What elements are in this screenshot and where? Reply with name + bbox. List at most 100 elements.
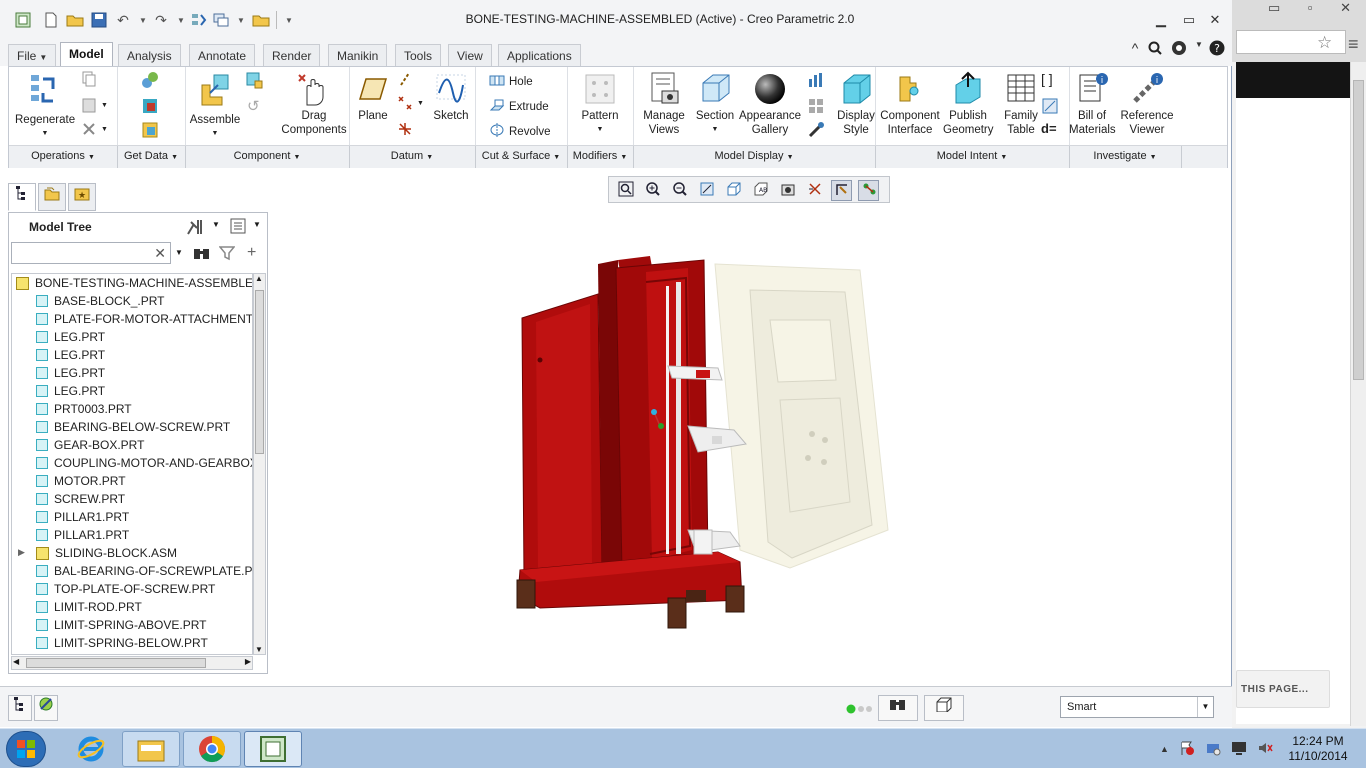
display-style-small-icon[interactable] xyxy=(723,180,744,201)
group-model-display[interactable]: Model Display ▼ xyxy=(633,150,875,162)
tab-view[interactable]: View xyxy=(448,44,492,66)
start-button[interactable] xyxy=(6,731,46,767)
show-icon[interactable] xyxy=(229,217,247,238)
regenerate-button[interactable]: Regenerate ▼ xyxy=(15,71,75,141)
annotation-display-icon[interactable] xyxy=(831,180,852,201)
tab-analysis[interactable]: Analysis xyxy=(118,44,181,66)
tab-manikin[interactable]: Manikin xyxy=(328,44,388,66)
clear-search-icon[interactable]: ✕ xyxy=(154,245,166,262)
tab-annotate[interactable]: Annotate xyxy=(189,44,256,66)
maximize-button[interactable]: ▭ xyxy=(1180,12,1198,28)
regeneration-status-icon[interactable] xyxy=(846,703,874,717)
filter-icon[interactable] xyxy=(218,245,236,264)
graphics-window[interactable] xyxy=(440,230,920,650)
taskbar-creo[interactable] xyxy=(244,731,302,767)
group-modifiers[interactable]: Modifiers ▼ xyxy=(567,150,633,162)
model-tree-item[interactable]: COUPLING-MOTOR-AND-GEARBOX.PRT xyxy=(36,454,252,472)
drag-components-button[interactable]: Drag Components xyxy=(279,71,349,137)
search-dropdown-icon[interactable]: ▼ xyxy=(175,248,183,257)
display-grid-icon[interactable] xyxy=(807,97,825,115)
tree-vertical-scrollbar[interactable]: ▲ ▼ xyxy=(253,273,266,655)
tab-model[interactable]: Model xyxy=(60,42,113,67)
tab-applications[interactable]: Applications xyxy=(498,44,581,66)
scroll-left-icon[interactable]: ◀ xyxy=(13,657,19,666)
model-tree-tab[interactable] xyxy=(8,183,36,211)
taskbar-file-explorer[interactable] xyxy=(122,731,180,767)
machine-door[interactable] xyxy=(714,263,889,569)
tree-horizontal-scrollbar[interactable]: ◀ ▶ xyxy=(11,656,253,670)
tab-file[interactable]: File ▼ xyxy=(8,44,57,66)
parameters-icon[interactable]: [ ] xyxy=(1041,71,1053,87)
assemble-button[interactable]: Assemble ▼ xyxy=(187,71,243,141)
show-hidden-icons[interactable]: ▲ xyxy=(1160,744,1169,754)
save-icon[interactable] xyxy=(90,11,108,29)
repaint-icon[interactable] xyxy=(696,180,717,201)
selection-filter-dropdown[interactable]: Smart ▼ xyxy=(1060,696,1214,718)
component-interface-button[interactable]: Component Interface xyxy=(879,71,941,137)
datum-display-filters-icon[interactable] xyxy=(804,180,825,201)
favorites-tab[interactable]: ★ xyxy=(68,183,96,211)
customize-qa-dropdown-icon[interactable]: ▼ xyxy=(280,11,298,29)
undo-dropdown-icon[interactable]: ▼ xyxy=(134,11,152,29)
extrude-button[interactable]: Extrude xyxy=(489,98,549,115)
monitor-icon[interactable] xyxy=(1231,740,1247,759)
section-dropdown-icon[interactable]: ▼ xyxy=(693,123,737,137)
new-file-icon[interactable] xyxy=(42,11,60,29)
search-icon[interactable] xyxy=(1146,40,1164,58)
find-binoculars-icon[interactable] xyxy=(193,245,211,264)
add-column-icon[interactable]: + xyxy=(247,244,256,262)
group-operations[interactable]: Operations ▼ xyxy=(9,150,117,162)
minimize-button[interactable]: ▁ xyxy=(1152,12,1170,28)
plane-button[interactable]: Plane xyxy=(353,71,393,123)
browser-page-button[interactable]: THIS PAGE... xyxy=(1236,670,1330,708)
model-tree-item[interactable]: ▶ SLIDING-BLOCK.ASM xyxy=(18,544,177,562)
publish-geometry-button[interactable]: Publish Geometry xyxy=(943,71,994,137)
show-dropdown-icon[interactable]: ▼ xyxy=(253,220,261,229)
coordinate-system-icon[interactable] xyxy=(397,121,413,137)
model-tree-item[interactable]: PLATE-FOR-MOTOR-ATTACHMENT.PRT xyxy=(36,310,252,328)
model-tree-item[interactable]: PRT0003.PRT xyxy=(36,400,132,418)
model-tree-item[interactable]: LIMIT-SPRING-BELOW.PRT xyxy=(36,634,208,652)
tab-tools[interactable]: Tools xyxy=(395,44,442,66)
close-button[interactable]: ✕ xyxy=(1206,12,1224,28)
tree-scroll-thumb[interactable] xyxy=(255,290,264,454)
regenerate-dropdown-icon[interactable]: ▼ xyxy=(15,127,75,141)
axis-icon[interactable] xyxy=(397,71,413,87)
bookmark-star-icon[interactable]: ☆ xyxy=(1317,33,1332,53)
model-tree-item[interactable]: SCREW.PRT xyxy=(36,490,125,508)
model-tree-item[interactable]: BEARING-BELOW-SCREW.PRT xyxy=(36,418,230,436)
refit-icon[interactable] xyxy=(615,180,636,201)
hole-button[interactable]: Hole xyxy=(489,73,533,90)
expand-arrow-icon[interactable]: ▶ xyxy=(18,547,25,558)
delete-icon[interactable]: ▼ xyxy=(81,121,108,137)
zoom-out-icon[interactable] xyxy=(669,180,690,201)
group-datum[interactable]: Datum ▼ xyxy=(349,150,475,162)
model-tree-item[interactable]: MOTOR.PRT xyxy=(36,472,126,490)
view-manager-icon[interactable] xyxy=(777,180,798,201)
model-tree-item[interactable]: BASE-BLOCK_.PRT xyxy=(36,292,164,310)
bill-of-materials-button[interactable]: i Bill of Materials xyxy=(1069,71,1116,137)
model-tree-item[interactable]: GEAR-BOX.PRT xyxy=(36,436,144,454)
scroll-down-icon[interactable]: ▼ xyxy=(255,645,263,654)
group-investigate[interactable]: Investigate ▼ xyxy=(1069,150,1181,162)
display-chart-icon[interactable] xyxy=(807,71,825,89)
action-center-flag-icon[interactable] xyxy=(1179,740,1195,759)
community-icon[interactable] xyxy=(1170,40,1188,58)
model-tree-item[interactable]: LEG.PRT xyxy=(36,346,105,364)
repeat-icon[interactable]: ↺ xyxy=(247,97,260,115)
tree-hscroll-thumb[interactable] xyxy=(26,658,206,668)
family-table-button[interactable]: Family Table xyxy=(999,71,1043,137)
windows-icon[interactable] xyxy=(212,11,230,29)
equations-icon[interactable]: d= xyxy=(1041,121,1057,136)
manage-views-button[interactable]: Manage Views xyxy=(635,71,693,137)
relations-icon[interactable] xyxy=(1041,97,1059,115)
model-tree-item[interactable]: LEG.PRT xyxy=(36,328,105,346)
sketch-button[interactable]: Sketch xyxy=(429,71,473,123)
model-tree-search-input[interactable]: ✕ xyxy=(11,242,171,264)
group-model-intent[interactable]: Model Intent ▼ xyxy=(875,150,1069,162)
find-button[interactable] xyxy=(878,695,918,721)
paste-icon[interactable]: ▼ xyxy=(81,97,108,113)
settings-icon[interactable] xyxy=(185,218,205,239)
browser-vertical-scrollbar[interactable] xyxy=(1350,62,1366,726)
revolve-button[interactable]: Revolve xyxy=(489,123,551,140)
